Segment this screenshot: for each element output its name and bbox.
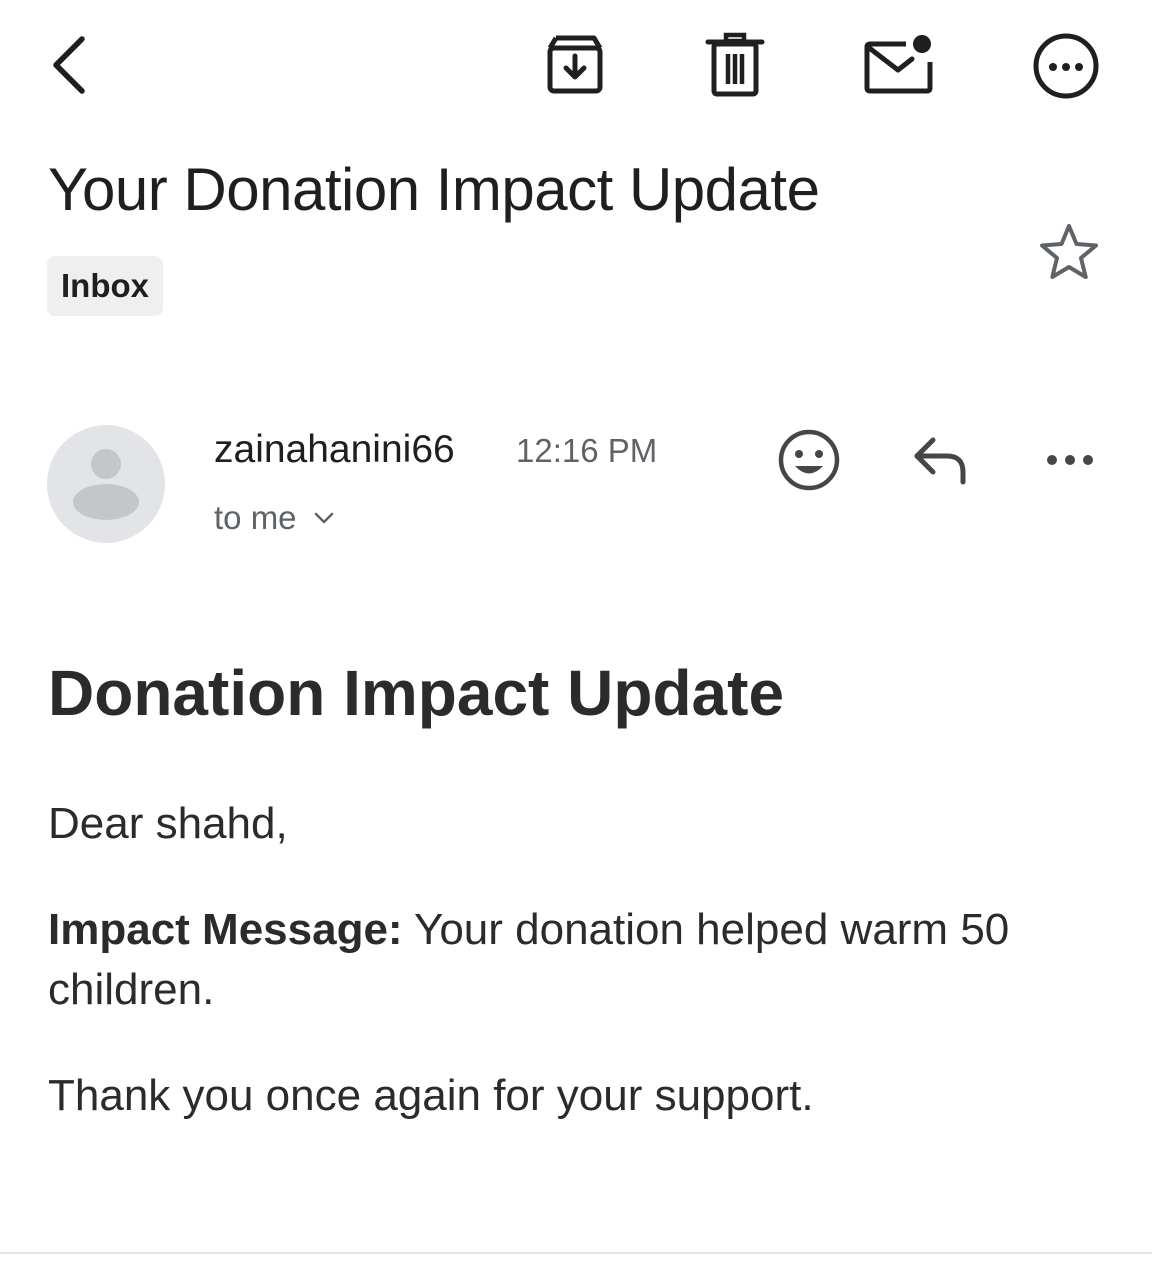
message-more-button[interactable] xyxy=(1036,440,1104,480)
recipient-label: to me xyxy=(214,499,297,536)
sender-avatar[interactable] xyxy=(47,425,165,543)
body-impact-message: Impact Message: Your donation helped war… xyxy=(48,900,1118,1020)
back-button[interactable] xyxy=(40,30,96,100)
star-icon xyxy=(1040,224,1098,279)
sender-name[interactable]: zainahanini66 xyxy=(214,424,455,476)
trash-icon xyxy=(705,32,765,97)
emoji-icon xyxy=(778,429,840,491)
person-silhouette-icon xyxy=(73,449,139,520)
more-options-button[interactable] xyxy=(1028,28,1104,104)
reply-button[interactable] xyxy=(904,428,974,492)
more-circle-icon xyxy=(1033,33,1099,99)
mark-unread-button[interactable] xyxy=(858,30,938,100)
chevron-left-icon xyxy=(53,36,85,94)
add-reaction-button[interactable] xyxy=(772,424,846,496)
bottom-divider xyxy=(0,1252,1152,1254)
mail-unread-icon xyxy=(864,35,933,94)
body-greeting: Dear shahd, xyxy=(48,799,288,848)
more-horizontal-icon xyxy=(1047,455,1093,465)
email-subject: Your Donation Impact Update xyxy=(48,156,820,223)
inbox-label-chip[interactable]: Inbox xyxy=(47,256,163,316)
archive-button[interactable] xyxy=(538,30,612,100)
body-heading: Donation Impact Update xyxy=(48,657,785,729)
archive-icon xyxy=(547,35,603,94)
star-button[interactable] xyxy=(1036,220,1102,286)
email-time: 12:16 PM xyxy=(516,432,658,469)
recipient-details-toggle[interactable]: to me xyxy=(214,494,335,542)
body-closing: Thank you once again for your support. xyxy=(48,1071,814,1120)
reply-icon xyxy=(914,437,966,485)
delete-button[interactable] xyxy=(700,30,770,100)
impact-label: Impact Message: xyxy=(48,905,403,954)
chevron-down-icon xyxy=(314,512,333,524)
